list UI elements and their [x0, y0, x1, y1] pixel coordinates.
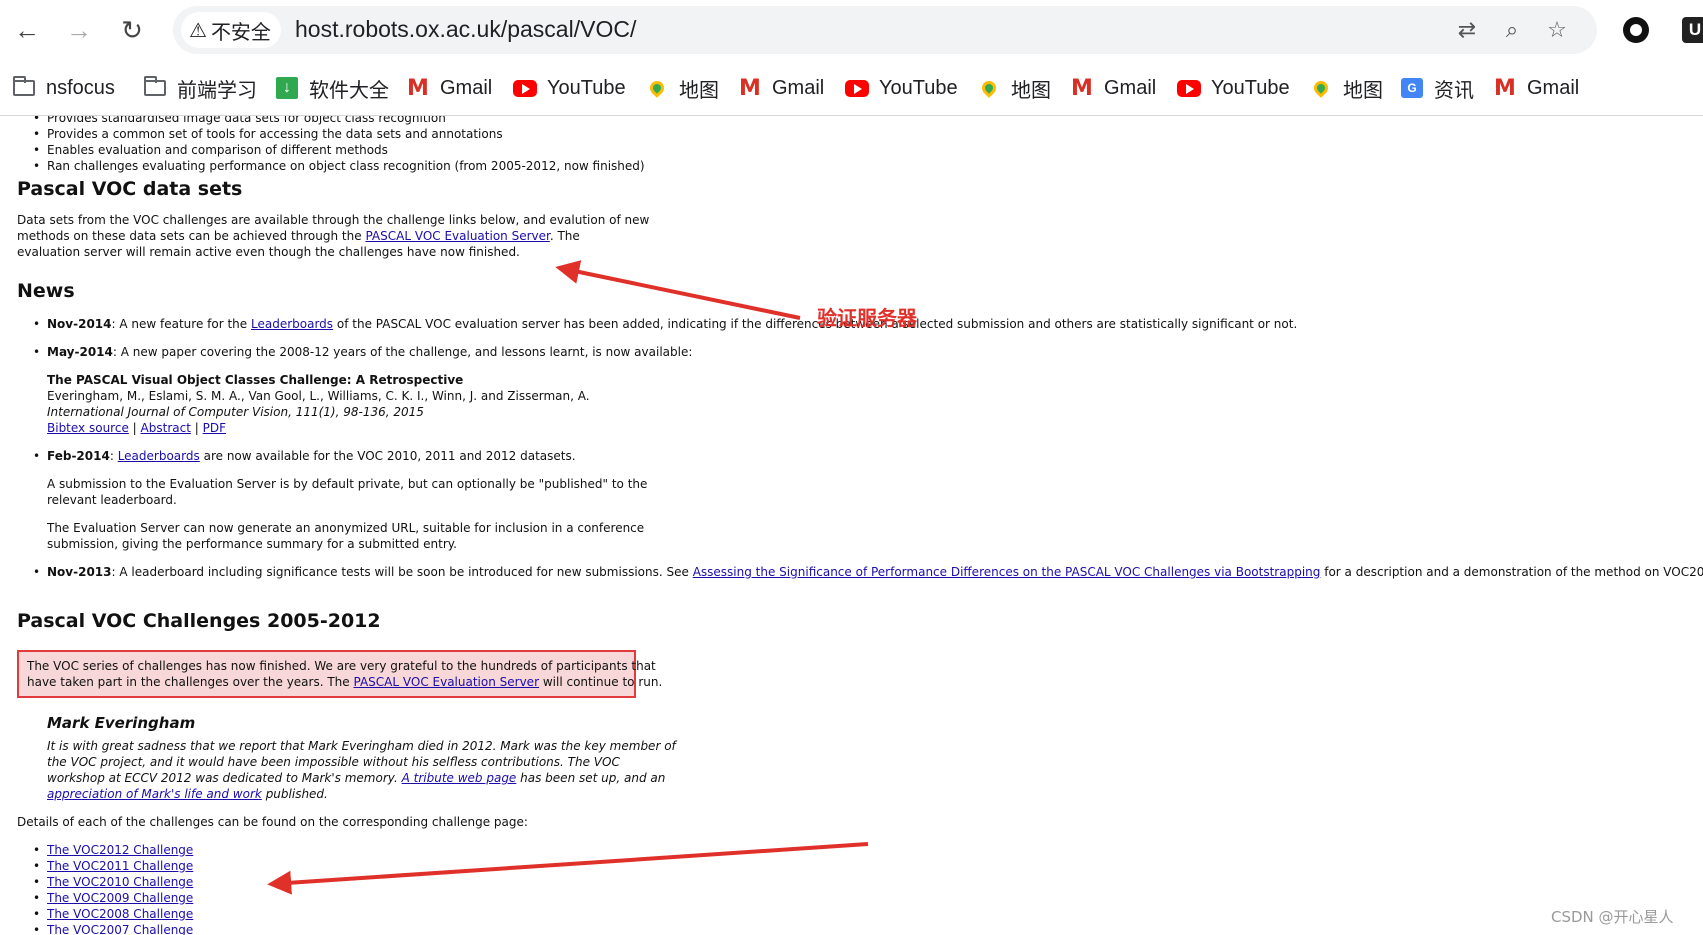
- bookmark-item[interactable]: YouTube: [845, 73, 958, 103]
- annotation-label: 验证服务器: [817, 306, 917, 330]
- bookmark-label: 软件大全: [309, 79, 389, 102]
- translate-icon[interactable]: ⇄: [1453, 16, 1481, 44]
- youtube-icon: [845, 77, 869, 99]
- bookmark-item[interactable]: YouTube: [513, 73, 626, 103]
- maps-icon: [977, 77, 1001, 99]
- bookmark-item[interactable]: YouTube: [1177, 73, 1290, 103]
- page-content: Provides standardised image data sets fo…: [0, 116, 1703, 935]
- folder-icon: [143, 76, 167, 99]
- bookmark-item[interactable]: nsfocus: [12, 73, 115, 103]
- watermark: CSDN @开心星人: [1551, 908, 1674, 926]
- bookmark-label: YouTube: [547, 76, 626, 99]
- bookmark-item[interactable]: M Gmail: [1493, 73, 1579, 103]
- gmail-icon: M: [1071, 75, 1093, 101]
- url-text[interactable]: host.robots.ox.ac.uk/pascal/VOC/: [295, 16, 636, 43]
- browser-toolbar: ← → ↻ ⚠ 不安全 host.robots.ox.ac.uk/pascal/…: [0, 0, 1703, 60]
- bookmark-label: Gmail: [440, 76, 493, 99]
- bookmark-item[interactable]: 前端学习: [143, 73, 257, 103]
- arrow-to-server-link: [555, 260, 801, 320]
- bookmark-label: nsfocus: [46, 76, 115, 99]
- youtube-icon: [1177, 77, 1201, 99]
- maps-icon: [645, 77, 669, 99]
- bookmark-item[interactable]: M Gmail: [1070, 73, 1156, 103]
- bookmark-label: 地图: [1011, 79, 1051, 102]
- security-chip[interactable]: ⚠ 不安全: [181, 12, 281, 48]
- bookmark-item[interactable]: 地图: [1309, 73, 1383, 103]
- bookmark-label: 地图: [1343, 79, 1383, 102]
- zoom-icon[interactable]: ⌕: [1498, 16, 1526, 44]
- gmail-icon: M: [1494, 75, 1516, 101]
- bookmarks-bar: nsfocus 前端学习 ↓ 软件大全 M Gmail YouTube 地图 M Gmail You…: [0, 60, 1703, 116]
- arrow-to-challenge-list: [267, 842, 869, 895]
- bookmark-item[interactable]: 地图: [645, 73, 719, 103]
- gmail-icon: M: [739, 75, 761, 101]
- security-label: 不安全: [210, 21, 271, 44]
- bookmark-item[interactable]: ↓ 软件大全: [275, 73, 389, 103]
- bookmark-label: YouTube: [1211, 76, 1290, 99]
- address-bar[interactable]: ⚠ 不安全 host.robots.ox.ac.uk/pascal/VOC/ ⇄…: [173, 6, 1597, 54]
- gmail-icon: M: [407, 75, 429, 101]
- reload-icon[interactable]: ↻: [117, 12, 147, 48]
- bookmark-item[interactable]: G 资讯: [1400, 73, 1474, 103]
- back-icon[interactable]: ←: [12, 12, 42, 48]
- bookmark-label: 资讯: [1434, 79, 1474, 102]
- warning-icon: ⚠: [189, 19, 207, 42]
- bookmark-item[interactable]: M Gmail: [406, 73, 492, 103]
- maps-icon: [1309, 77, 1333, 99]
- extension-u-icon[interactable]: U: [1682, 17, 1703, 43]
- forward-icon[interactable]: →: [64, 12, 94, 48]
- bookmark-label: 前端学习: [177, 79, 257, 102]
- youtube-icon: [513, 77, 537, 99]
- news-icon: G: [1400, 77, 1424, 99]
- folder-icon: [12, 76, 36, 99]
- bookmark-label: Gmail: [1527, 76, 1580, 99]
- profile-icon[interactable]: [1623, 17, 1649, 43]
- bookmark-label: YouTube: [879, 76, 958, 99]
- bookmark-item[interactable]: M Gmail: [738, 73, 824, 103]
- bookmark-label: Gmail: [1104, 76, 1157, 99]
- bookmark-label: 地图: [679, 79, 719, 102]
- bookmark-item[interactable]: 地图: [977, 73, 1051, 103]
- annotation-arrows: [267, 260, 869, 895]
- bookmark-star-icon[interactable]: ☆: [1543, 16, 1571, 44]
- bookmark-label: Gmail: [772, 76, 825, 99]
- download-icon: ↓: [275, 77, 299, 99]
